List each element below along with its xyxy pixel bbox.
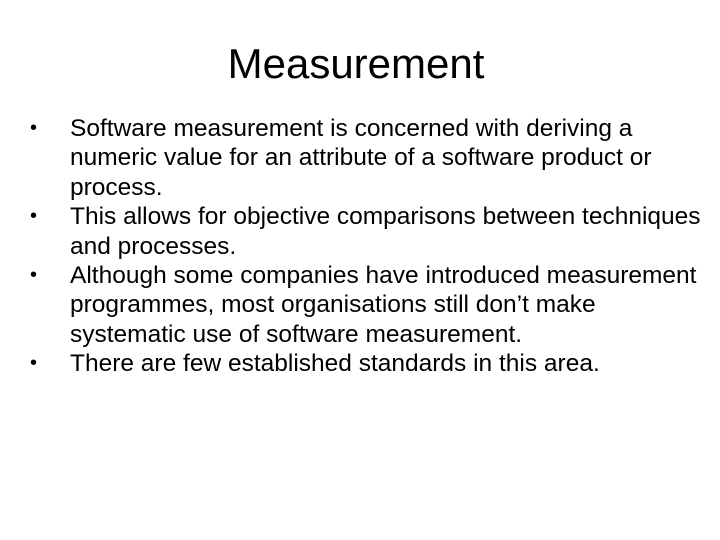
bullet-icon: •	[30, 117, 38, 139]
bullet-icon: •	[30, 264, 38, 287]
bullet-text: This allows for objective comparisons be…	[70, 203, 701, 260]
bullet-icon: •	[30, 205, 38, 228]
slide-title: Measurement	[227, 40, 485, 87]
bullet-icon: •	[30, 352, 38, 375]
bullet-list: • Software measurement is concerned with…	[30, 114, 714, 379]
bullet-text: Software measurement is concerned with d…	[70, 115, 652, 201]
bullet-item: • Although some companies have introduce…	[30, 261, 714, 349]
bullet-text: Although some companies have introduced …	[70, 262, 697, 348]
slide: Measurement • Software measurement is co…	[0, 0, 720, 540]
bullet-item: • This allows for objective comparisons …	[30, 202, 714, 261]
bullet-text: There are few established standards in t…	[70, 350, 600, 378]
bullet-item: • There are few established standards in…	[30, 349, 714, 378]
bullet-item: • Software measurement is concerned with…	[30, 114, 714, 202]
